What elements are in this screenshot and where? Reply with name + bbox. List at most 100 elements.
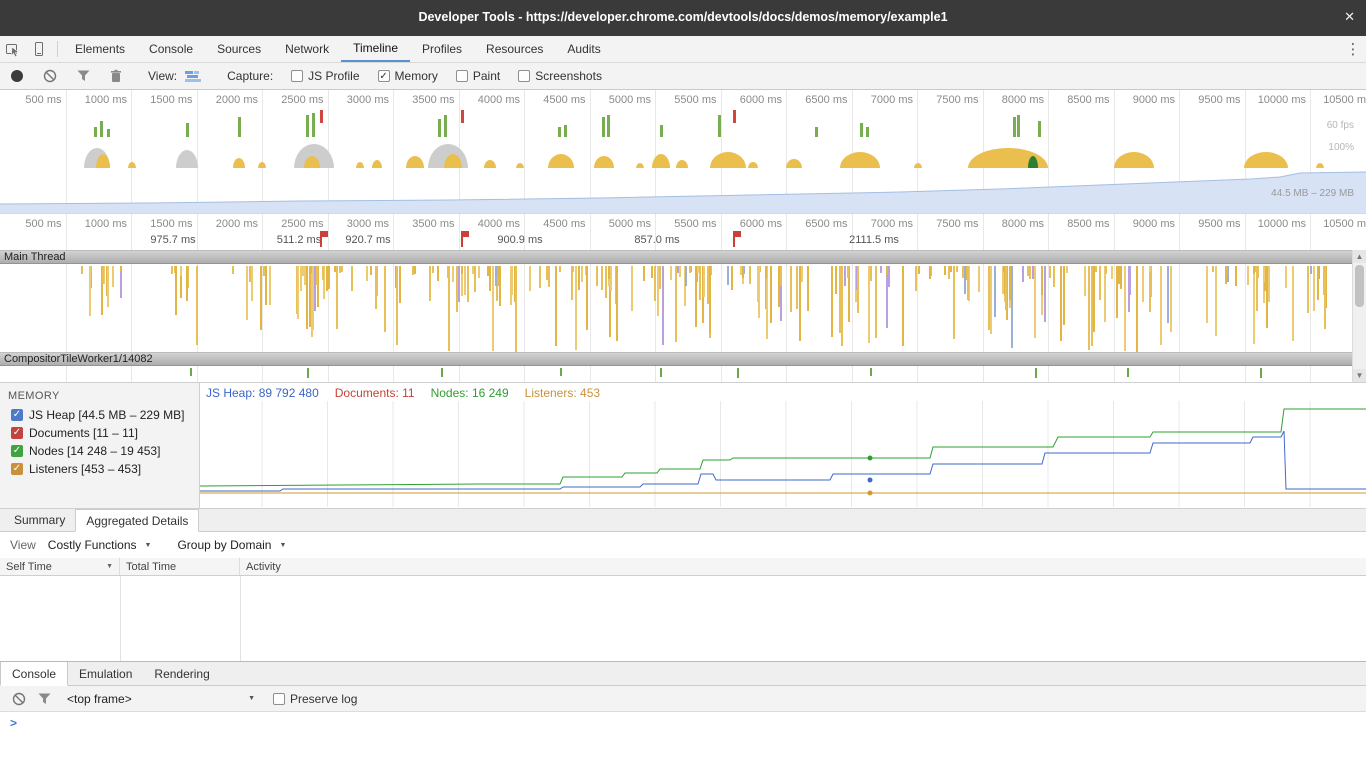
tab-profiles[interactable]: Profiles [410,36,474,62]
flame-bar [489,266,491,291]
group-by-domain-select[interactable]: Group by Domain ▼ [177,538,286,552]
clear-icon[interactable] [43,69,57,83]
compositor-worker-header[interactable]: CompositorTileWorker1/14082 [0,352,1366,366]
time-tick-label: 2000 ms [192,94,258,106]
tab-resources[interactable]: Resources [474,36,555,62]
memory-counter-listeners[interactable]: ✓Listeners [453 – 453] [0,460,199,478]
column-header-total-time[interactable]: Total Time [120,558,240,575]
counter-checkbox[interactable]: ✓ [11,463,23,475]
column-label: Activity [246,561,281,573]
counter-label: Nodes [14 248 – 19 453] [29,444,160,458]
tab-network[interactable]: Network [273,36,341,62]
checkbox[interactable] [291,70,303,82]
frame-bar [660,125,663,137]
compositor-task-bar [1127,368,1129,377]
flame-bar [461,266,463,274]
capture-option-paint[interactable]: Paint [456,69,500,83]
cpu-activity-bump [710,152,746,168]
frame-bar [1013,117,1016,137]
flame-bar [1011,266,1013,348]
window-titlebar: Developer Tools - https://developer.chro… [0,0,1366,36]
flame-bar [432,266,434,273]
flame-bar [572,266,574,272]
scroll-up-icon[interactable]: ▲ [1353,250,1366,263]
checkbox[interactable] [456,70,468,82]
main-thread-flamechart[interactable] [0,264,1366,352]
filter-icon[interactable] [77,70,90,82]
flame-bar [458,266,460,302]
flame-bar [464,266,466,295]
console-filter-icon[interactable] [38,693,51,705]
column-header-activity[interactable]: Activity [240,558,1366,575]
event-flag-icon [322,231,328,237]
details-tab-aggregated-details[interactable]: Aggregated Details [75,509,199,532]
tab-audits[interactable]: Audits [555,36,612,62]
garbage-collect-icon[interactable] [110,69,122,83]
tab-console[interactable]: Console [137,36,205,62]
time-tick-label: 9500 ms [1175,94,1241,106]
device-mode-icon[interactable] [26,36,52,62]
capture-option-memory[interactable]: ✓Memory [378,69,438,83]
flame-bar [616,266,618,341]
details-tab-summary[interactable]: Summary [4,509,75,531]
drawer-tab-emulation[interactable]: Emulation [68,662,143,685]
preserve-log-checkbox[interactable] [273,693,285,705]
console-output[interactable]: > [0,712,1366,768]
cpu-activity-bump [406,156,424,168]
flame-bar [841,266,843,346]
flame-bar [510,266,512,305]
memory-counter-documents[interactable]: ✓Documents [11 – 11] [0,424,199,442]
drawer-tab-rendering[interactable]: Rendering [143,662,220,685]
view-select[interactable]: Costly Functions ▼ [48,538,152,552]
counter-checkbox[interactable]: ✓ [11,427,23,439]
tab-elements[interactable]: Elements [63,36,137,62]
column-header-self-time[interactable]: Self Time▼ [0,558,120,575]
clear-console-icon[interactable] [12,692,26,706]
frame-select[interactable]: <top frame> ▼ [67,692,259,706]
drawer-tab-console[interactable]: Console [0,662,68,686]
console-toolbar: <top frame> ▼ Preserve log [0,686,1366,712]
tab-sources[interactable]: Sources [205,36,273,62]
flame-bar [1088,266,1090,350]
counter-checkbox[interactable]: ✓ [11,445,23,457]
inspect-element-icon[interactable] [0,36,26,62]
cpu-activity-bump [594,156,614,168]
compositor-worker-lane [0,366,1366,382]
flame-bar [1120,266,1122,289]
console-prompt[interactable]: > [10,716,17,730]
counter-chart[interactable] [200,401,1366,507]
flame-bar [918,266,920,274]
counter-checkbox[interactable]: ✓ [11,409,23,421]
capture-option-screenshots[interactable]: Screenshots [518,69,602,83]
view-select-value: Costly Functions [48,538,137,552]
memory-counter-js-heap[interactable]: ✓JS Heap [44.5 MB – 229 MB] [0,406,199,424]
capture-option-js-profile[interactable]: JS Profile [291,69,359,83]
view-mode-icon[interactable] [185,70,203,83]
checkbox[interactable]: ✓ [378,70,390,82]
preserve-log-option[interactable]: Preserve log [273,692,357,706]
frame-bar [186,123,189,137]
memory-counter-nodes[interactable]: ✓ Nodes [14 248 – 19 453] [0,442,199,460]
tab-timeline[interactable]: Timeline [341,36,410,62]
flame-bar [196,266,198,345]
chevron-down-icon: ▼ [145,542,152,549]
time-tick-label: 10000 ms [1240,94,1306,106]
flame-bar [326,266,328,291]
cpu-activity-bump [484,160,496,168]
main-thread-header[interactable]: Main Thread [0,250,1366,264]
flame-bar [1160,266,1162,345]
timeline-overview-pane[interactable]: 500 ms1000 ms1500 ms2000 ms2500 ms3000 m… [0,90,1366,213]
close-icon[interactable]: ✕ [1344,10,1355,23]
timeline-tracks[interactable]: Main Thread CompositorTileWorker1/14082 [0,250,1366,382]
scroll-down-icon[interactable]: ▼ [1353,369,1366,382]
flame-bar [742,266,744,278]
scrollbar-thumb[interactable] [1355,265,1364,307]
flame-bar [685,266,687,286]
flame-bar [351,266,353,291]
checkbox[interactable] [518,70,530,82]
tracks-scrollbar[interactable]: ▲ ▼ [1352,250,1366,382]
record-button[interactable] [11,70,23,82]
overflow-menu-icon[interactable]: ⋮ [1340,36,1366,62]
sort-descending-icon: ▼ [100,563,113,570]
flame-bar [631,266,633,311]
